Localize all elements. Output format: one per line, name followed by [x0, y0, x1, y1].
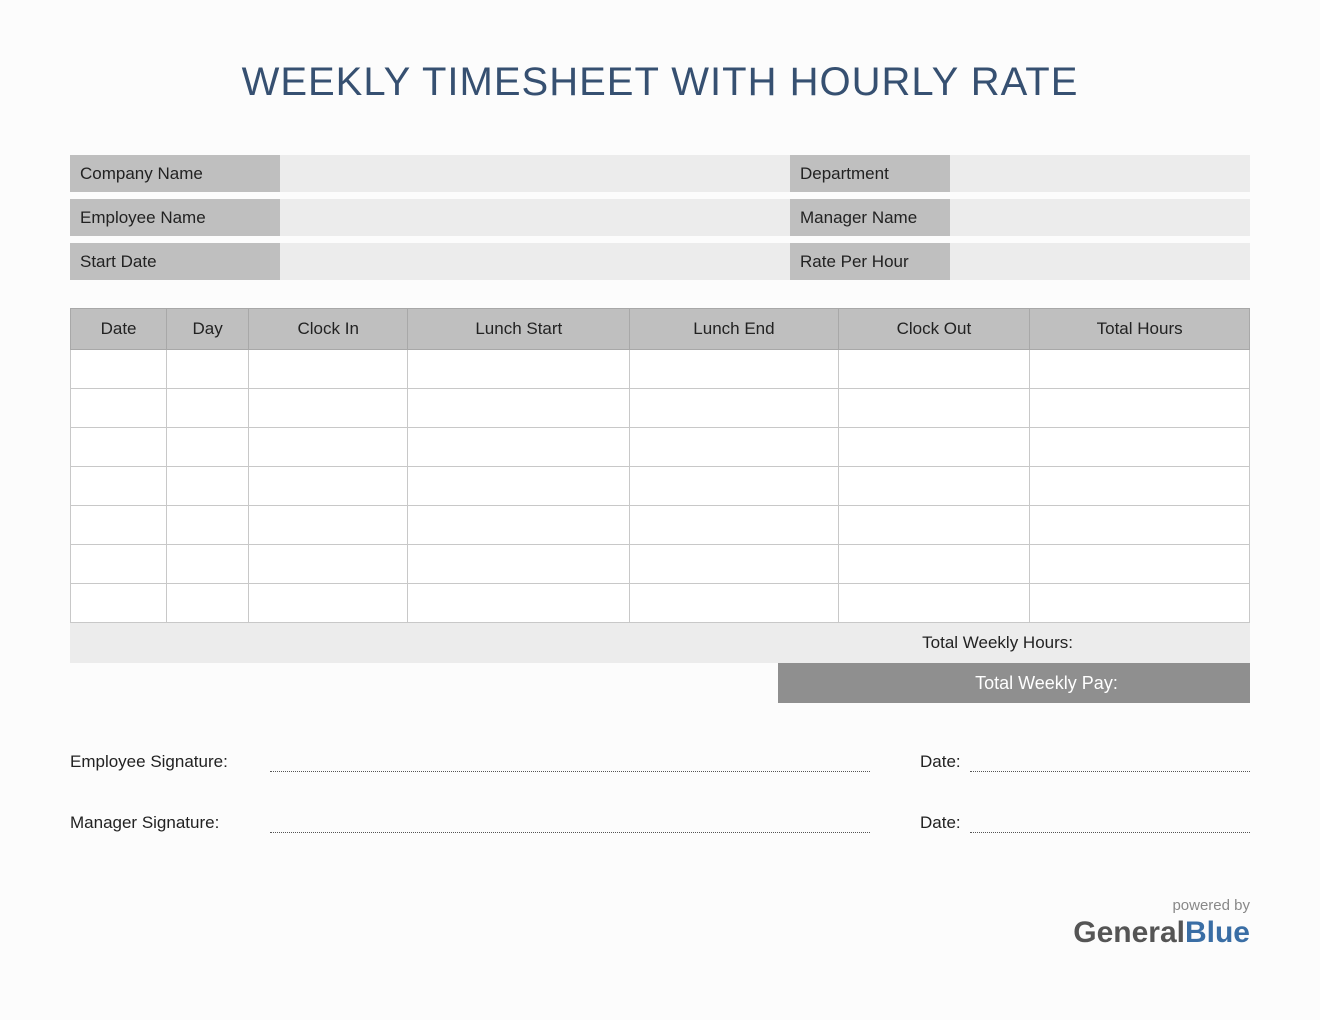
table-cell[interactable] [249, 389, 408, 428]
table-cell[interactable] [71, 350, 167, 389]
table-cell[interactable] [1030, 467, 1250, 506]
table-cell[interactable] [1030, 584, 1250, 623]
table-cell[interactable] [838, 467, 1030, 506]
powered-by-label: powered by [1073, 897, 1250, 914]
total-weekly-hours-row: Total Weekly Hours: [70, 623, 1250, 663]
brand-logo: GeneralBlue [1073, 916, 1250, 950]
table-header: Day [167, 309, 249, 350]
table-cell[interactable] [71, 584, 167, 623]
department-field[interactable] [950, 155, 1250, 192]
table-row [71, 350, 1250, 389]
table-cell[interactable] [1030, 350, 1250, 389]
table-cell[interactable] [167, 506, 249, 545]
table-row [71, 428, 1250, 467]
table-cell[interactable] [1030, 506, 1250, 545]
employee-signature-line[interactable] [270, 751, 870, 772]
table-cell[interactable] [408, 545, 630, 584]
table-cell[interactable] [838, 506, 1030, 545]
table-cell[interactable] [1030, 389, 1250, 428]
table-header: Clock Out [838, 309, 1030, 350]
manager-name-field[interactable] [950, 199, 1250, 236]
total-weekly-hours-label: Total Weekly Hours: [70, 633, 1073, 653]
table-cell[interactable] [167, 584, 249, 623]
table-row [71, 545, 1250, 584]
table-cell[interactable] [408, 428, 630, 467]
table-header: Lunch Start [408, 309, 630, 350]
info-block: Company Name Department Employee Name Ma… [70, 155, 1250, 280]
manager-date-label: Date: [920, 813, 970, 833]
manager-signature-label: Manager Signature: [70, 813, 270, 833]
table-row [71, 389, 1250, 428]
employee-signature-label: Employee Signature: [70, 752, 270, 772]
timesheet-table: DateDayClock InLunch StartLunch EndClock… [70, 308, 1250, 623]
table-cell[interactable] [249, 467, 408, 506]
table-cell[interactable] [249, 506, 408, 545]
table-cell[interactable] [838, 545, 1030, 584]
table-cell[interactable] [249, 350, 408, 389]
table-row [71, 584, 1250, 623]
table-cell[interactable] [630, 584, 838, 623]
total-weekly-pay-label: Total Weekly Pay: [778, 673, 1118, 694]
table-cell[interactable] [249, 584, 408, 623]
table-row [71, 506, 1250, 545]
table-cell[interactable] [408, 506, 630, 545]
company-name-field[interactable] [280, 155, 790, 192]
manager-signature-line[interactable] [270, 812, 870, 833]
table-cell[interactable] [167, 545, 249, 584]
table-cell[interactable] [838, 584, 1030, 623]
table-cell[interactable] [249, 545, 408, 584]
employee-date-label: Date: [920, 752, 970, 772]
table-cell[interactable] [249, 428, 408, 467]
table-cell[interactable] [408, 584, 630, 623]
table-cell[interactable] [630, 506, 838, 545]
employee-name-label: Employee Name [70, 199, 280, 236]
table-cell[interactable] [167, 467, 249, 506]
table-cell[interactable] [71, 545, 167, 584]
table-cell[interactable] [838, 389, 1030, 428]
table-cell[interactable] [71, 506, 167, 545]
table-cell[interactable] [167, 389, 249, 428]
start-date-field[interactable] [280, 243, 790, 280]
table-cell[interactable] [408, 467, 630, 506]
table-cell[interactable] [630, 545, 838, 584]
table-cell[interactable] [408, 389, 630, 428]
table-cell[interactable] [1030, 545, 1250, 584]
rate-per-hour-field[interactable] [950, 243, 1250, 280]
table-cell[interactable] [630, 389, 838, 428]
table-header: Total Hours [1030, 309, 1250, 350]
table-cell[interactable] [630, 428, 838, 467]
table-cell[interactable] [408, 350, 630, 389]
employee-name-field[interactable] [280, 199, 790, 236]
footer: powered by GeneralBlue [1073, 897, 1250, 950]
table-cell[interactable] [71, 467, 167, 506]
manager-date-line[interactable] [970, 812, 1250, 833]
page-title: WEEKLY TIMESHEET WITH HOURLY RATE [70, 60, 1250, 105]
total-weekly-pay-row: Total Weekly Pay: [70, 663, 1250, 703]
manager-name-label: Manager Name [790, 199, 950, 236]
table-cell[interactable] [167, 350, 249, 389]
table-cell[interactable] [167, 428, 249, 467]
table-cell[interactable] [71, 428, 167, 467]
table-cell[interactable] [838, 428, 1030, 467]
table-row [71, 467, 1250, 506]
table-header: Date [71, 309, 167, 350]
table-cell[interactable] [1030, 428, 1250, 467]
table-cell[interactable] [630, 467, 838, 506]
company-name-label: Company Name [70, 155, 280, 192]
start-date-label: Start Date [70, 243, 280, 280]
employee-date-line[interactable] [970, 751, 1250, 772]
department-label: Department [790, 155, 950, 192]
table-header: Clock In [249, 309, 408, 350]
table-header: Lunch End [630, 309, 838, 350]
rate-per-hour-label: Rate Per Hour [790, 243, 950, 280]
table-cell[interactable] [838, 350, 1030, 389]
table-cell[interactable] [630, 350, 838, 389]
table-cell[interactable] [71, 389, 167, 428]
